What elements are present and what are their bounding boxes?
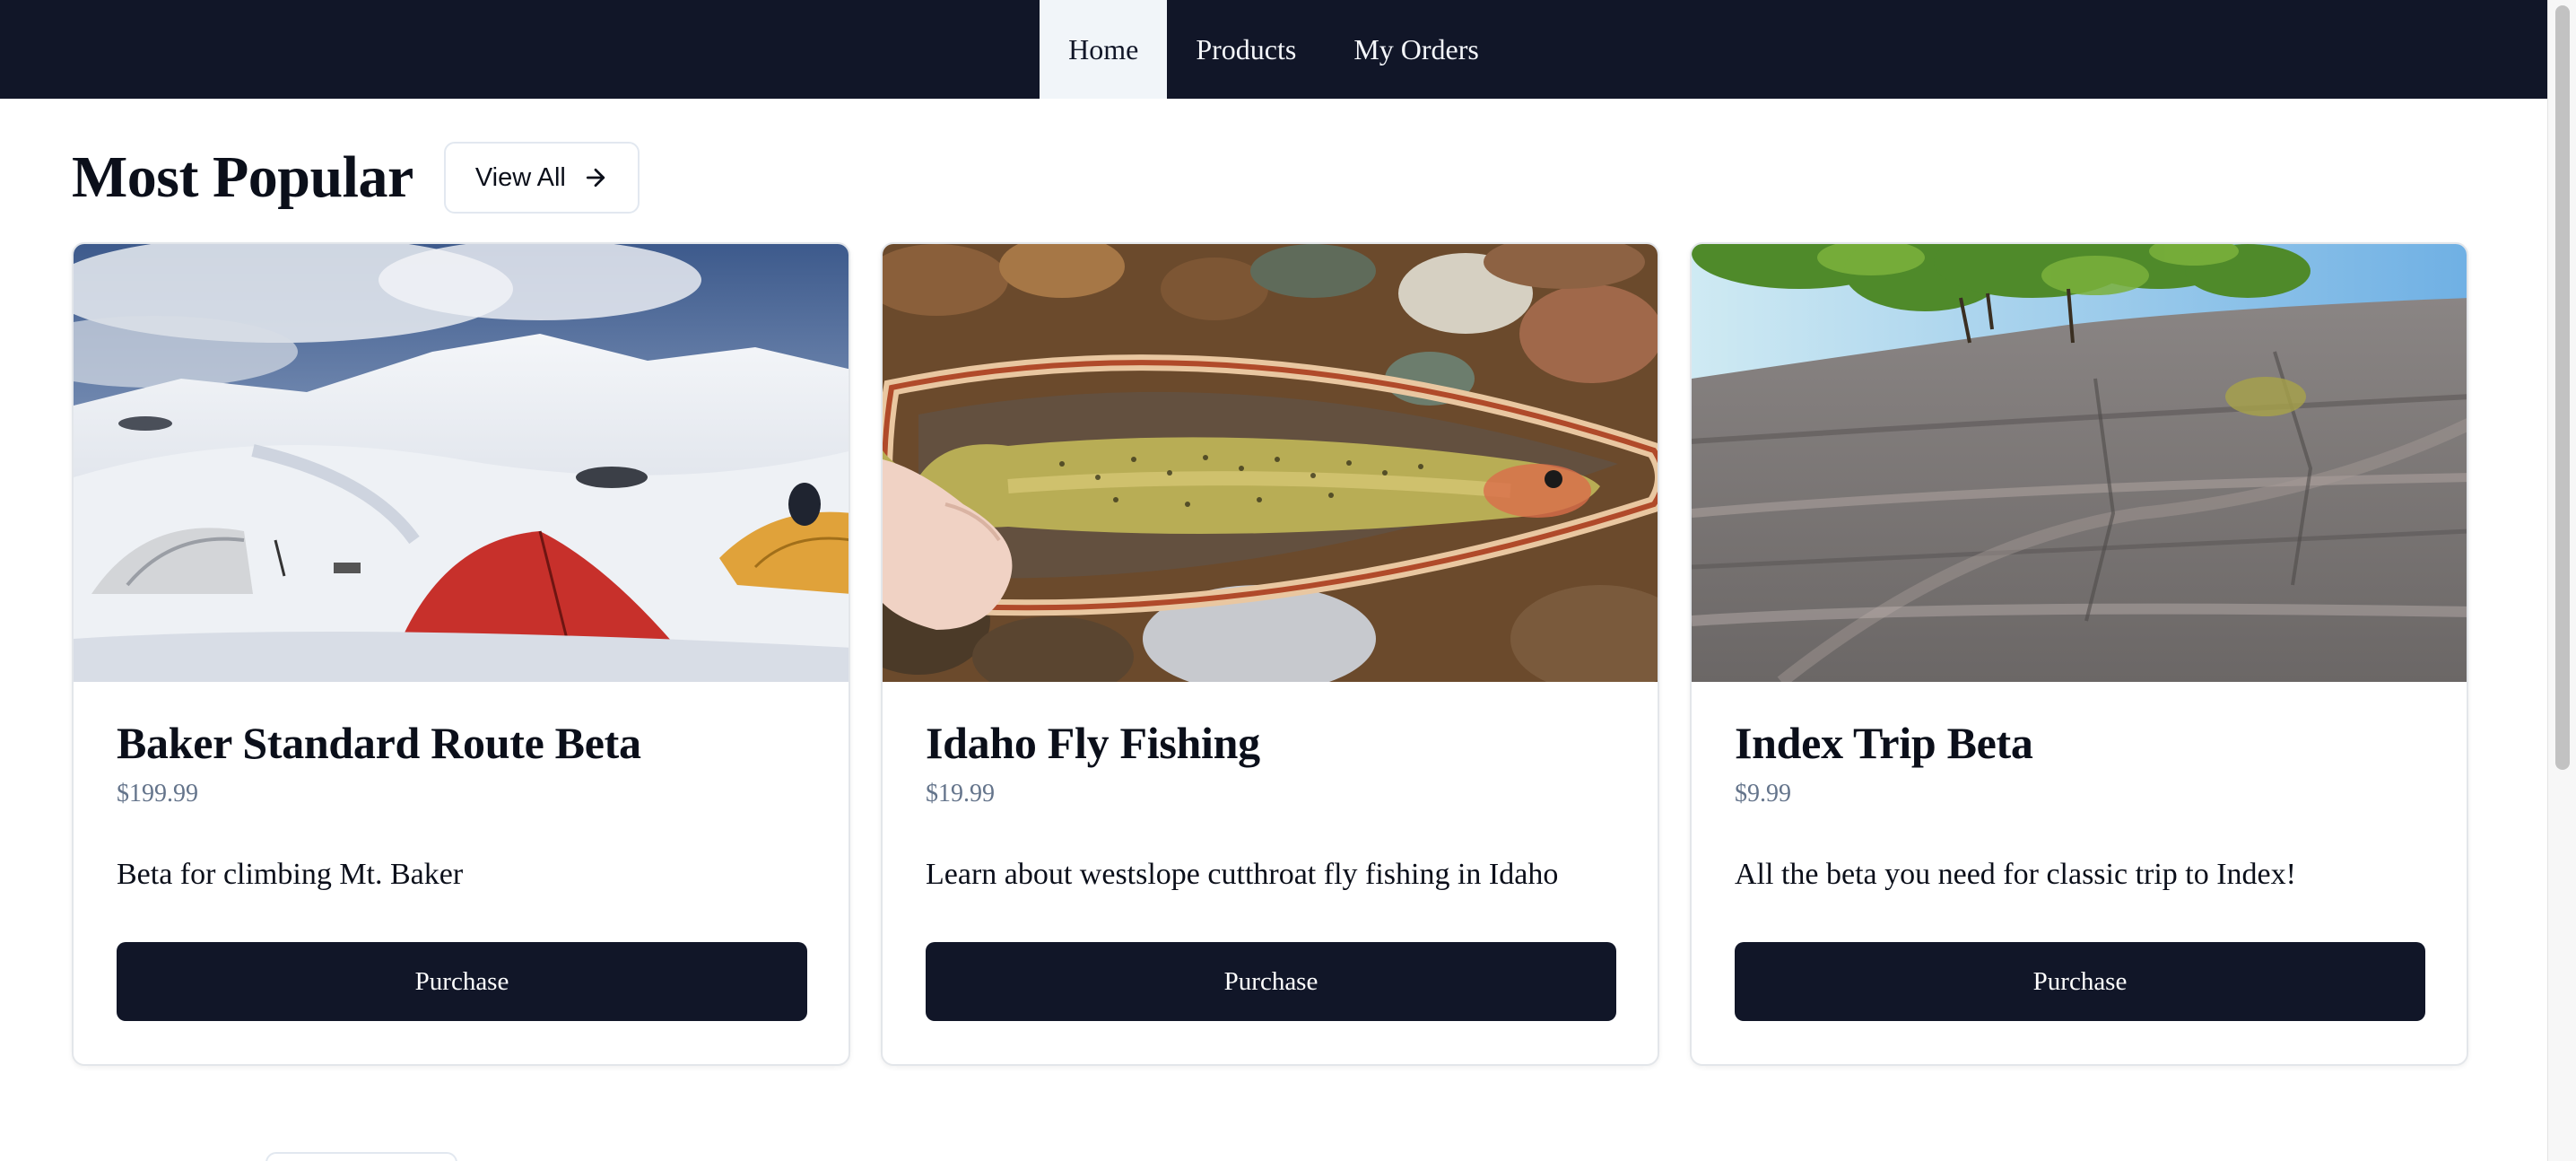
view-all-label: View All <box>474 162 566 192</box>
product-title: Index Trip Beta <box>1735 718 2033 768</box>
product-description: All the beta you need for classic trip t… <box>1735 858 2296 891</box>
product-description: Beta for climbing Mt. Baker <box>117 858 464 891</box>
arrow-right-icon <box>586 168 605 188</box>
product-price: $19.99 <box>926 780 995 807</box>
product-description: Learn about westslope cutthroat fly fish… <box>926 858 1559 891</box>
cutthroat-trout-in-net-photo[interactable] <box>883 244 1658 682</box>
nav-home[interactable]: Home <box>1040 0 1168 99</box>
product-title: Baker Standard Route Beta <box>117 718 641 768</box>
granite-rock-wall-photo[interactable] <box>1692 244 2467 682</box>
product-price: $199.99 <box>117 780 198 807</box>
purchase-button[interactable]: Purchase <box>1735 942 2425 1021</box>
most-popular-header: Most Popular View All <box>72 142 640 214</box>
view-all-button[interactable]: View All <box>443 142 640 214</box>
section-title: Most Popular <box>72 144 413 210</box>
card-body: Baker Standard Route Beta $199.99 Beta f… <box>74 682 849 894</box>
product-card: Idaho Fly Fishing $19.99 Learn about wes… <box>881 242 1659 1066</box>
product-title: Idaho Fly Fishing <box>926 718 1260 768</box>
product-cards: Baker Standard Route Beta $199.99 Beta f… <box>72 242 2468 1066</box>
top-navbar: Home Products My Orders <box>0 0 2547 99</box>
purchase-button[interactable]: Purchase <box>117 942 807 1021</box>
snow-camp-tents-photo[interactable] <box>74 244 849 682</box>
scrollbar-thumb[interactable] <box>2555 5 2570 770</box>
card-body: Idaho Fly Fishing $19.99 Learn about wes… <box>883 682 1658 894</box>
card-body: Index Trip Beta $9.99 All the beta you n… <box>1692 682 2467 894</box>
nav-products[interactable]: Products <box>1167 0 1325 99</box>
product-card: Index Trip Beta $9.99 All the beta you n… <box>1690 242 2468 1066</box>
nav-my-orders[interactable]: My Orders <box>1325 0 1508 99</box>
next-section-view-all-button[interactable] <box>265 1152 457 1161</box>
product-card: Baker Standard Route Beta $199.99 Beta f… <box>72 242 850 1066</box>
product-price: $9.99 <box>1735 780 1791 807</box>
page-scrollbar[interactable] <box>2547 0 2576 1161</box>
purchase-button[interactable]: Purchase <box>926 942 1616 1021</box>
